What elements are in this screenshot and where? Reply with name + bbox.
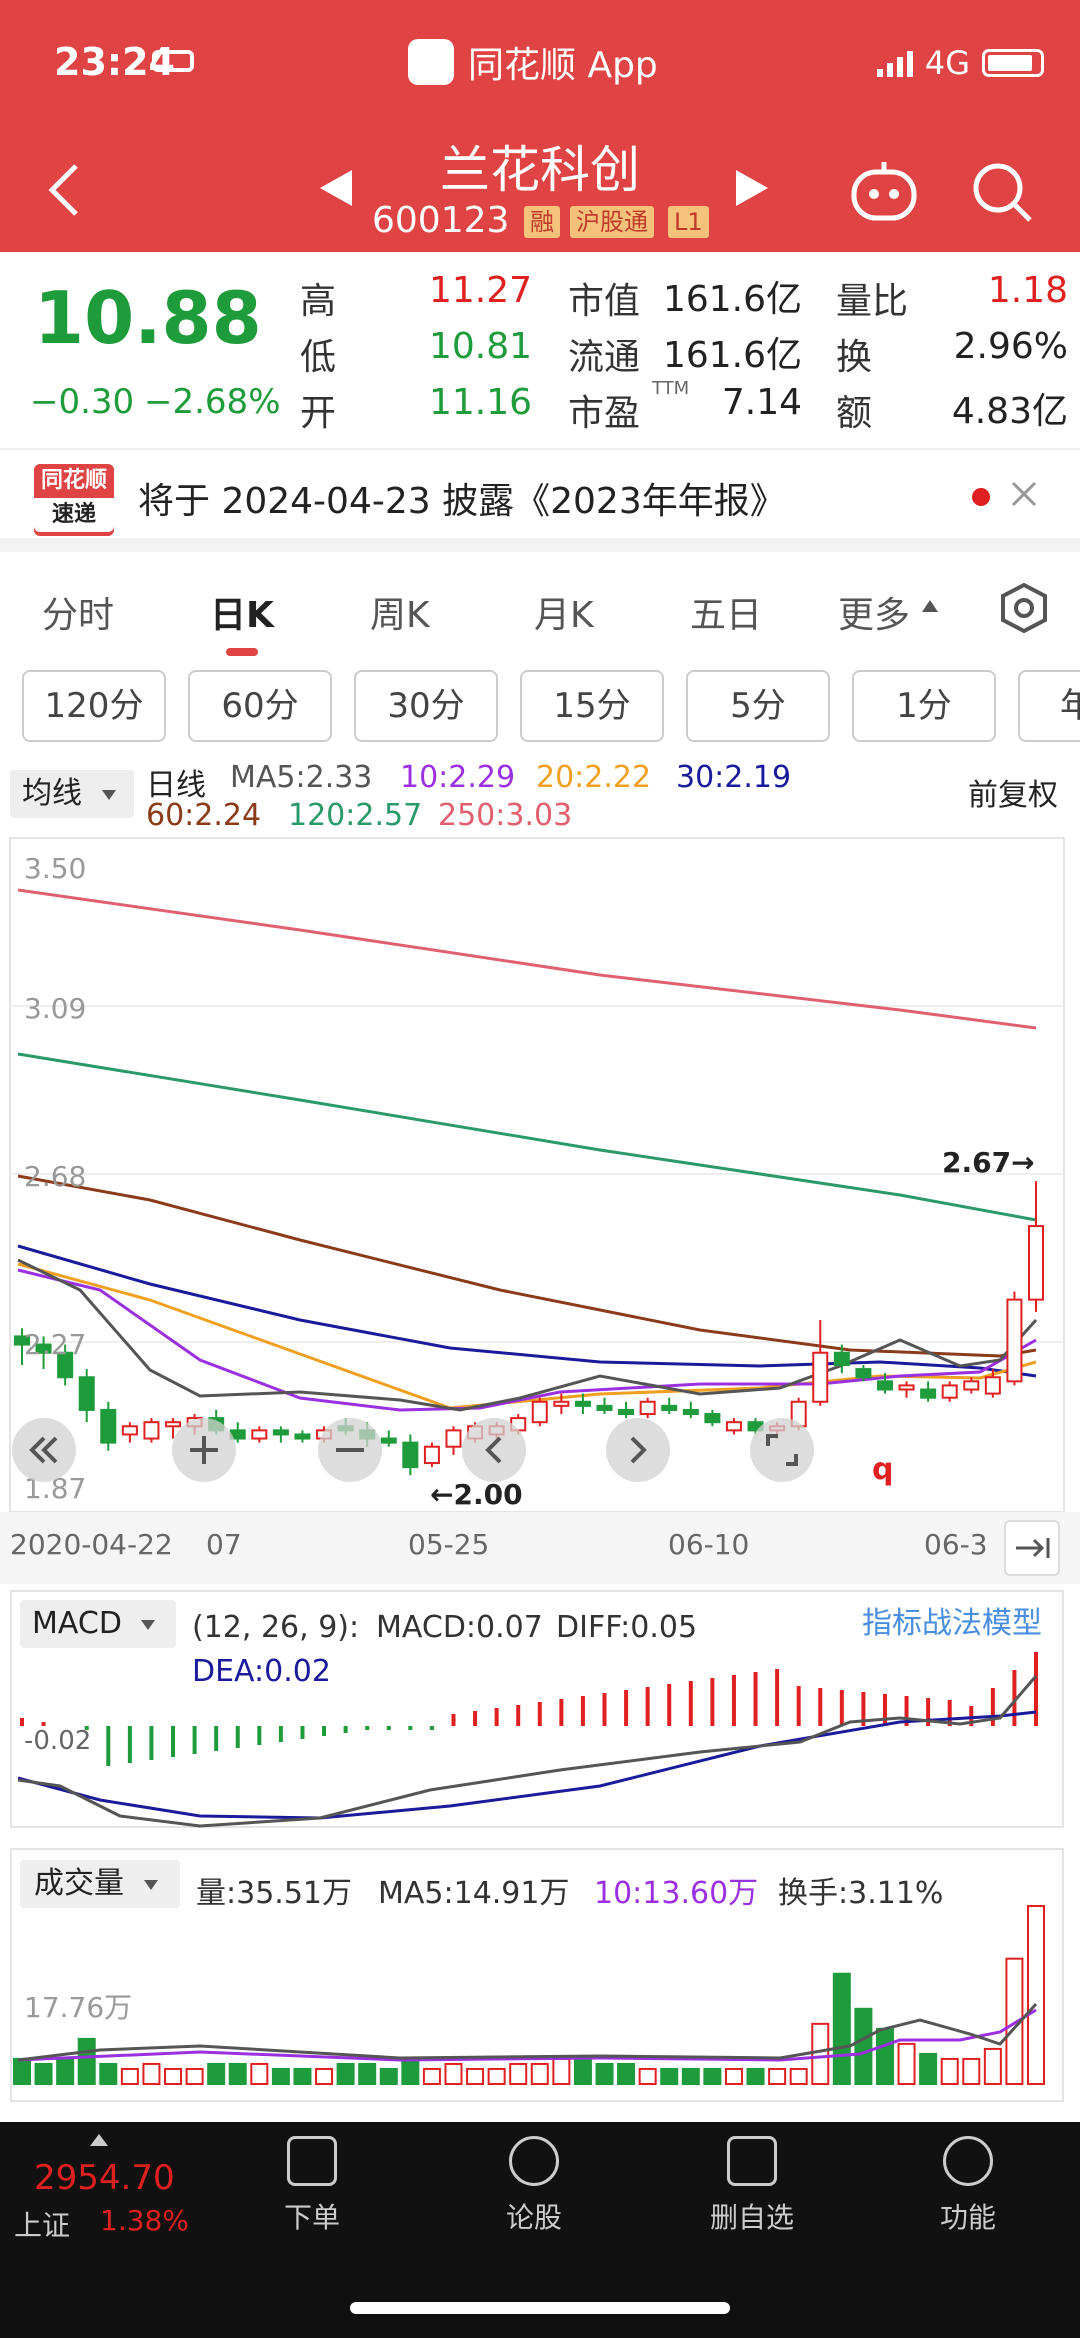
nav-functions[interactable]: 功能 (908, 2136, 1028, 2236)
minus-box-icon (727, 2136, 777, 2186)
index-name: 上证 (14, 2209, 71, 2242)
volume-bar (315, 2067, 334, 2085)
volume-bar (444, 2062, 463, 2085)
volume-bar (897, 2042, 916, 2085)
star-badge-icon (509, 2136, 559, 2186)
home-indicator (350, 2302, 730, 2314)
volume-bar (854, 2007, 873, 2086)
volume-bar (207, 2062, 226, 2085)
volume-bar (1027, 1905, 1045, 2085)
volume-bar (530, 2062, 549, 2085)
volume-bar (940, 2057, 959, 2085)
volume-bar (552, 2057, 571, 2085)
volume-bar (379, 2067, 398, 2085)
volume-bar (509, 2062, 528, 2085)
volume-bar (703, 2067, 722, 2085)
volume-bar (681, 2067, 700, 2085)
volume-bar (422, 2067, 441, 2085)
document-icon (287, 2136, 337, 2186)
volume-bar (293, 2067, 312, 2085)
volume-bar (660, 2067, 679, 2085)
caret-up-icon (90, 2134, 108, 2146)
volume-bar (120, 2067, 139, 2085)
volume-bar (228, 2062, 247, 2085)
volume-bar (99, 2062, 118, 2085)
nav-functions-label: 功能 (939, 2201, 996, 2234)
nav-discussion[interactable]: 论股 (474, 2136, 594, 2236)
volume-bar (77, 2037, 96, 2086)
volume-bar (13, 2057, 31, 2085)
volume-bar (617, 2062, 636, 2085)
nav-remove-watchlist[interactable]: 删自选 (692, 2136, 812, 2236)
volume-bar (724, 2067, 743, 2085)
volume-bar (832, 1972, 851, 2085)
volume-bar (164, 2067, 183, 2085)
volume-bar (250, 2062, 269, 2085)
volume-bar (919, 2052, 938, 2086)
index-value[interactable]: 2954.70 (34, 2158, 175, 2198)
volume-bar (983, 2047, 1002, 2086)
volume-bar (185, 2067, 204, 2085)
volume-bar (56, 2057, 75, 2085)
volume-bar (789, 2067, 808, 2085)
volume-bar (746, 2067, 765, 2085)
volume-bar (875, 2027, 894, 2085)
volume-bar (466, 2067, 485, 2085)
volume-bar (358, 2062, 377, 2085)
volume-bar (142, 2062, 161, 2085)
volume-bar (768, 2067, 787, 2085)
volume-bar (34, 2062, 53, 2085)
volume-bar (271, 2067, 290, 2085)
index-change: 1.38% (100, 2204, 189, 2237)
nav-order[interactable]: 下单 (252, 2136, 372, 2236)
menu-circle-icon (943, 2136, 993, 2186)
volume-chart (13, 1905, 1045, 2086)
nav-order-label: 下单 (283, 2201, 340, 2234)
volume-bar (573, 2057, 592, 2085)
volume-bar (811, 2022, 830, 2085)
nav-remove-label: 删自选 (709, 2201, 794, 2234)
volume-bar (962, 2057, 981, 2085)
volume-bar (487, 2067, 506, 2085)
volume-bar (336, 2062, 355, 2085)
volume-bar (595, 2062, 614, 2085)
nav-discussion-label: 论股 (505, 2201, 562, 2234)
volume-bar (638, 2067, 657, 2085)
volume-bar (401, 2057, 420, 2085)
